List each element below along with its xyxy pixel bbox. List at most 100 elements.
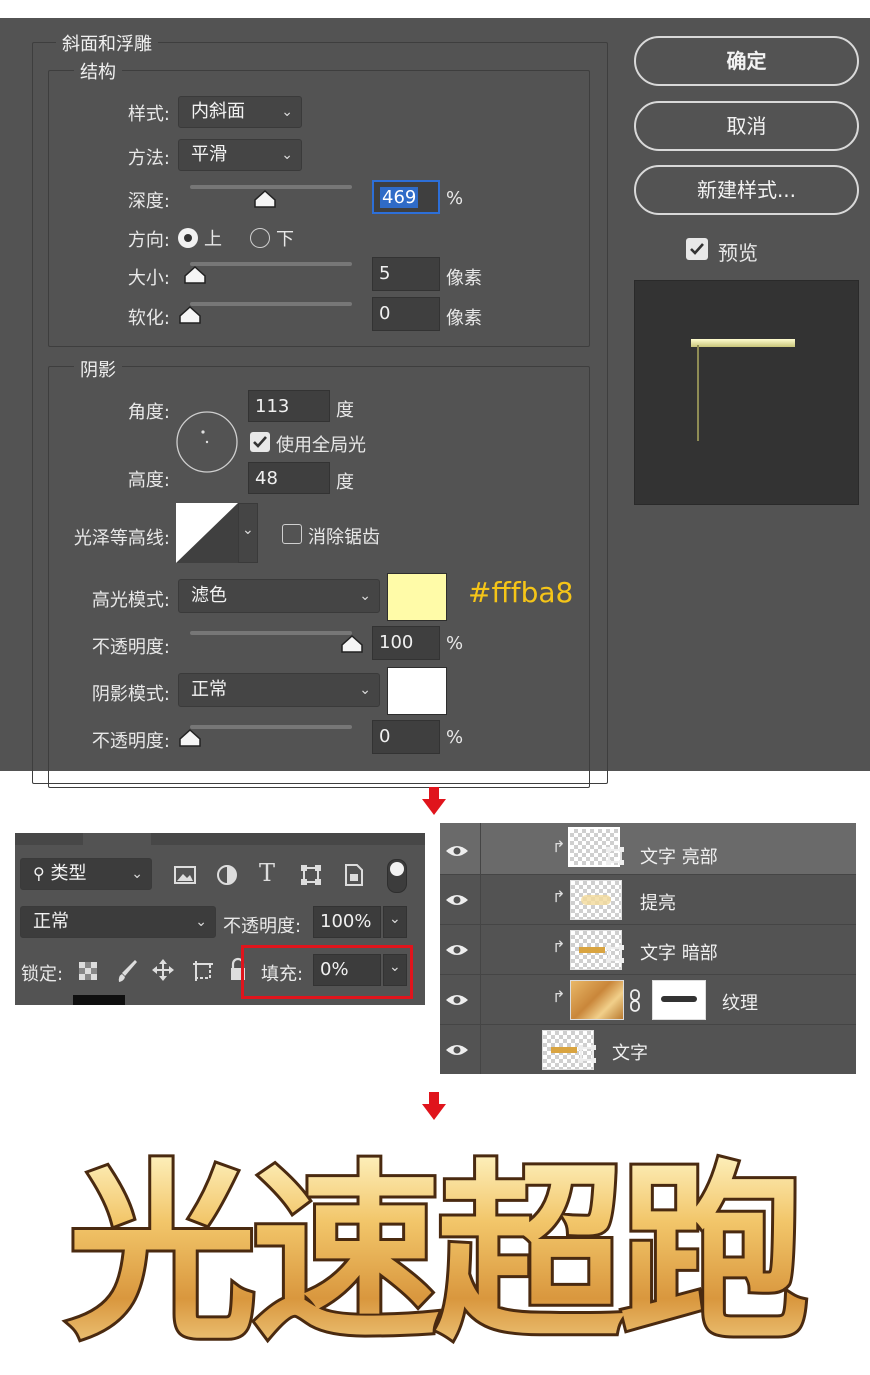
blend-mode-value: 正常 — [33, 911, 69, 932]
shading-legend: 阴影 — [74, 356, 122, 382]
soften-slider-track[interactable] — [190, 302, 352, 306]
soften-label: 软化: — [127, 308, 170, 329]
soften-slider-thumb[interactable] — [179, 306, 201, 324]
shadow-opacity-label: 不透明度: — [91, 731, 170, 752]
highlight-opacity-unit: % — [446, 633, 464, 654]
preview-bevel-left — [697, 345, 699, 441]
chevron-down-icon: ⌄ — [359, 682, 371, 698]
size-slider-track[interactable] — [190, 262, 352, 266]
shadow-opacity-unit: % — [446, 727, 464, 748]
lock-artboard-icon[interactable] — [191, 959, 215, 983]
layer-row[interactable]: ↱ 文字 亮部 — [440, 823, 856, 874]
highlight-mode-select[interactable]: 滤色 ⌄ — [178, 579, 380, 613]
direction-down-label: 下 — [276, 229, 294, 250]
anti-alias-checkbox[interactable] — [282, 524, 302, 544]
layer-opacity-input[interactable]: 100% — [313, 906, 381, 938]
filter-toggle[interactable] — [387, 859, 407, 893]
direction-up-label: 上 — [204, 229, 222, 250]
visibility-toggle[interactable] — [440, 925, 481, 974]
angle-dial[interactable] — [175, 410, 239, 474]
structure-legend: 结构 — [74, 58, 122, 84]
layer-row[interactable]: 文字 — [440, 1024, 856, 1074]
highlight-opacity-thumb[interactable] — [341, 635, 363, 653]
blend-mode-select[interactable]: 正常 ⌄ — [20, 906, 216, 938]
cancel-button[interactable]: 取消 — [634, 101, 859, 151]
layer-name: 文字 — [612, 1043, 648, 1064]
filter-type-value: 类型 — [50, 863, 87, 884]
gloss-contour-swatch[interactable] — [176, 503, 238, 563]
arrow-down-icon — [422, 1092, 446, 1120]
angle-label: 角度: — [127, 402, 170, 423]
lock-transparent-pixels-icon[interactable] — [77, 960, 99, 982]
eye-icon — [446, 895, 468, 905]
highlight-color-swatch[interactable] — [387, 573, 447, 621]
global-light-label: 使用全局光 — [276, 435, 366, 456]
lock-image-pixels-icon[interactable] — [115, 958, 139, 984]
style-label: 样式: — [127, 104, 170, 125]
depth-slider-track[interactable] — [190, 185, 352, 189]
highlight-opacity-label: 不透明度: — [91, 637, 170, 658]
direction-up-radio[interactable] — [178, 228, 198, 248]
gold-title-artwork: 光速超跑 — [64, 1141, 815, 1360]
chevron-down-icon: ⌄ — [242, 522, 254, 538]
depth-slider-thumb[interactable] — [253, 190, 276, 208]
highlight-opacity-input[interactable]: 100 — [372, 626, 440, 660]
layer-row[interactable]: ↱ 提亮 — [440, 874, 856, 924]
altitude-input[interactable]: 48 — [248, 462, 330, 494]
smart-object-badge-icon — [606, 945, 624, 963]
gloss-contour-dropdown[interactable]: ⌄ — [238, 503, 258, 563]
visibility-toggle[interactable] — [440, 823, 481, 874]
bevel-emboss-title: 斜面和浮雕 — [56, 30, 158, 56]
size-unit: 像素 — [446, 268, 482, 289]
visibility-toggle[interactable] — [440, 875, 481, 924]
artwork-text: 光速超跑 — [67, 1144, 806, 1360]
shadow-mode-value: 正常 — [191, 679, 227, 700]
technique-select[interactable]: 平滑 ⌄ — [178, 139, 302, 171]
new-style-button[interactable]: 新建样式... — [634, 165, 859, 215]
preview-checkbox[interactable] — [686, 238, 708, 260]
technique-select-value: 平滑 — [191, 144, 227, 165]
global-light-checkbox[interactable] — [250, 432, 270, 452]
shadow-opacity-input[interactable]: 0 — [372, 720, 440, 754]
pixel-filter-icon[interactable] — [173, 865, 197, 885]
shadow-mode-label: 阴影模式: — [91, 684, 170, 705]
link-chain-icon — [630, 989, 640, 1012]
chevron-down-icon: ⌄ — [195, 914, 207, 930]
chevron-down-icon: ⌄ — [359, 588, 371, 604]
eye-icon — [446, 846, 468, 856]
shadow-opacity-track[interactable] — [190, 725, 352, 729]
fill-highlight-box — [241, 945, 413, 999]
layer-row[interactable]: ↱ 纹理 — [440, 974, 856, 1024]
chevron-down-icon: ⌄ — [131, 866, 143, 882]
depth-unit: % — [446, 188, 464, 209]
size-input[interactable]: 5 — [372, 257, 440, 291]
lock-position-icon[interactable] — [151, 958, 175, 982]
shadow-color-swatch[interactable] — [387, 667, 447, 715]
type-filter-icon[interactable]: T — [259, 859, 275, 887]
ok-button[interactable]: 确定 — [634, 36, 859, 86]
arrow-down-icon — [422, 787, 446, 815]
smart-object-filter-icon[interactable] — [343, 863, 365, 887]
visibility-toggle[interactable] — [440, 975, 481, 1024]
shape-filter-icon[interactable] — [299, 863, 323, 887]
angle-unit: 度 — [336, 400, 354, 421]
visibility-toggle[interactable] — [440, 1025, 481, 1074]
filter-type-select[interactable]: ⚲ 类型 ⌄ — [20, 858, 152, 890]
lock-label: 锁定: — [21, 964, 64, 985]
style-select-value: 内斜面 — [191, 101, 245, 122]
layer-opacity-dropdown[interactable]: ⌄ — [383, 906, 407, 938]
style-select[interactable]: 内斜面 ⌄ — [178, 96, 302, 128]
shadow-opacity-thumb[interactable] — [179, 729, 201, 747]
angle-input[interactable]: 113 — [248, 390, 330, 422]
highlight-opacity-track[interactable] — [190, 631, 352, 635]
size-slider-thumb[interactable] — [184, 266, 206, 284]
adjustment-filter-icon[interactable] — [215, 863, 239, 887]
depth-input[interactable]: 469 — [372, 180, 440, 214]
shadow-mode-select[interactable]: 正常 ⌄ — [178, 673, 380, 707]
highlight-mode-value: 滤色 — [191, 585, 227, 606]
chevron-down-icon: ⌄ — [389, 911, 401, 927]
highlight-mode-label: 高光模式: — [91, 590, 170, 611]
direction-down-radio[interactable] — [250, 228, 270, 248]
soften-input[interactable]: 0 — [372, 297, 440, 331]
layer-row[interactable]: ↱ 文字 暗部 — [440, 924, 856, 974]
